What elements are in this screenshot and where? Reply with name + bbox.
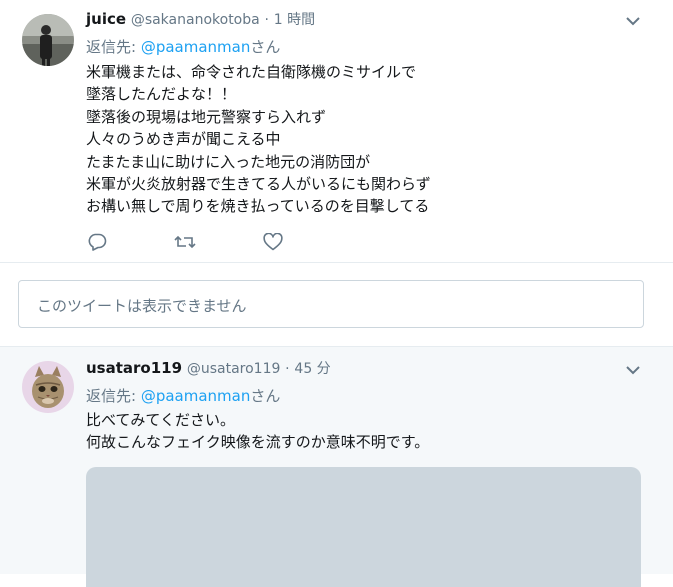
- reply-suffix: さん: [250, 387, 281, 405]
- tweet-line: 墜落後の現場は地元警察すら入れず: [86, 107, 327, 126]
- media-placeholder[interactable]: [86, 467, 641, 587]
- chevron-down-icon[interactable]: [622, 359, 644, 381]
- tweet-juice[interactable]: juice @sakananokotoba · 1 時間 返信先: @paama…: [0, 0, 673, 263]
- avatar-usataro119[interactable]: [22, 361, 74, 413]
- separator: ·: [285, 361, 290, 377]
- unavailable-text: このツイートは表示できません: [37, 297, 247, 315]
- tweet-usataro119[interactable]: usataro119 @usataro119 · 45 分 返信先: @paam…: [0, 346, 673, 587]
- tweet-line: 何故こんなフェイク映像を流すのか意味不明です。: [86, 433, 430, 452]
- tweet-header: usataro119 @usataro119 · 45 分: [86, 358, 331, 378]
- handle[interactable]: @usataro119: [187, 361, 281, 377]
- tweet-line: 人々のうめき声が聞こえる中: [86, 130, 281, 149]
- like-icon[interactable]: [262, 231, 284, 253]
- timestamp[interactable]: 45 分: [294, 361, 330, 377]
- handle[interactable]: @sakananokotoba: [131, 12, 260, 28]
- tweet-unavailable-notice: このツイートは表示できません: [18, 280, 644, 328]
- avatar-juice[interactable]: [22, 14, 74, 66]
- display-name[interactable]: juice: [86, 10, 126, 28]
- tweet-line: たまたま山に助けに入った地元の消防団が: [86, 152, 371, 171]
- chevron-down-icon[interactable]: [622, 10, 644, 32]
- tweet-line: お構い無しで周りを焼き払っているのを目撃してる: [86, 197, 430, 216]
- display-name[interactable]: usataro119: [86, 359, 182, 377]
- reply-mention-link[interactable]: @paamanman: [141, 387, 251, 405]
- tweet-text: 比べてみてください。 何故こんなフェイク映像を流すのか意味不明です。: [86, 409, 429, 454]
- reply-prefix: 返信先:: [86, 387, 141, 405]
- tweet-header: juice @sakananokotoba · 1 時間: [86, 9, 315, 29]
- avatar-juice-image: [22, 14, 74, 66]
- timestamp[interactable]: 1 時間: [274, 12, 315, 28]
- reply-mention-link[interactable]: @paamanman: [141, 38, 251, 56]
- tweet-line: 墜落したんだよな！！: [86, 85, 237, 104]
- tweet-line: 米軍が火炎放射器で生きてる人がいるにも関わらず: [86, 175, 431, 194]
- tweet-text: 米軍機または、命令された自衛隊機のミサイルで 墜落したんだよな！！ 墜落後の現場…: [86, 61, 431, 218]
- reply-icon[interactable]: [86, 231, 108, 253]
- reply-to: 返信先: @paamanmanさん: [86, 36, 280, 57]
- reply-to: 返信先: @paamanmanさん: [86, 385, 280, 406]
- tweet-line: 比べてみてください。: [86, 411, 235, 429]
- separator: ·: [264, 12, 269, 28]
- reply-suffix: さん: [250, 38, 281, 56]
- retweet-icon[interactable]: [174, 231, 196, 253]
- tweet-line: 米軍機または、命令された自衛隊機のミサイルで: [86, 63, 417, 81]
- tweet-actions: [86, 231, 326, 253]
- avatar-cat-image: [22, 361, 74, 413]
- reply-prefix: 返信先:: [86, 38, 141, 56]
